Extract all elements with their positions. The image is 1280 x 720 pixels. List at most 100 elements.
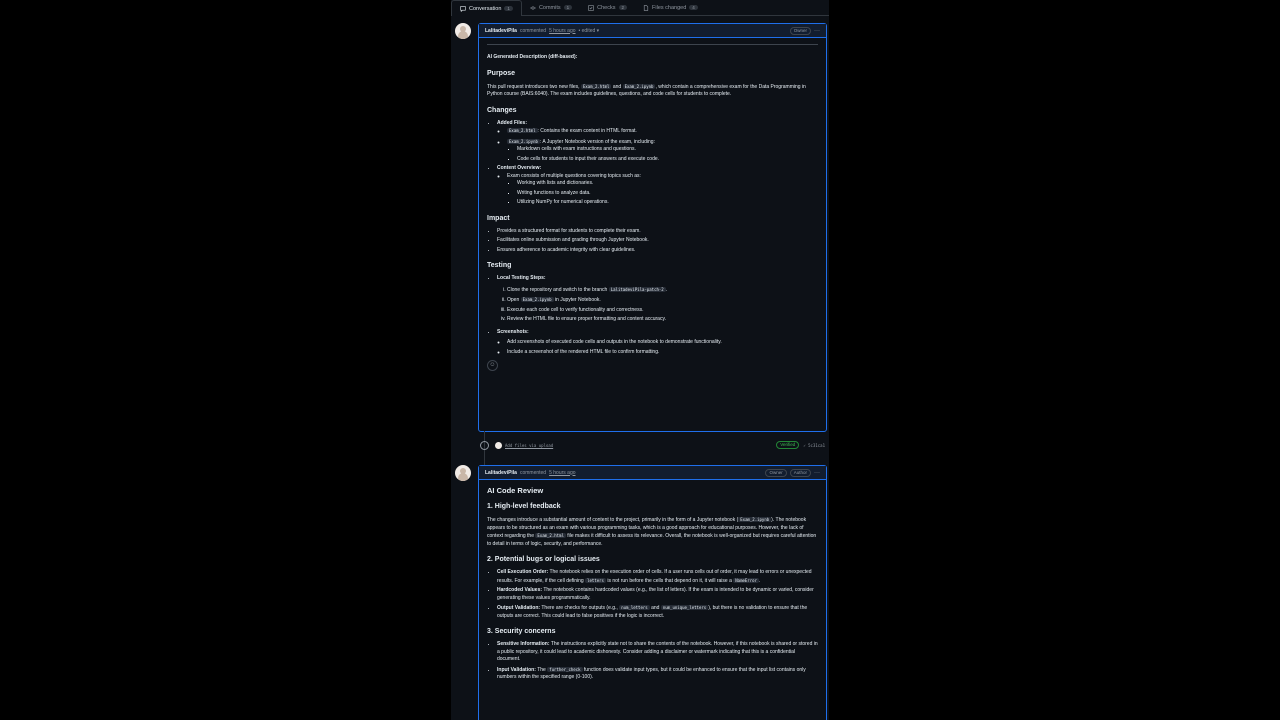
tab-conversation[interactable]: Conversation 1 — [451, 0, 522, 16]
list-item: Utilizing NumPy for numerical operations… — [517, 199, 818, 207]
feedback-paragraph: The changes introduce a substantial amou… — [487, 517, 817, 547]
list-item: Markdown cells with exam instructions an… — [517, 146, 818, 154]
comment-header: LalitadeviPila commented 5 hours ago Own… — [479, 466, 826, 480]
list-item: Cell Execution Order: The notebook relie… — [497, 569, 818, 585]
tab-count: 4 — [689, 5, 698, 10]
inline-code: Exam_2.html — [580, 83, 612, 89]
commit-icon — [480, 440, 489, 450]
list-item: Exam_2.ipynb: A Jupyter Notebook version… — [507, 138, 818, 164]
changes-heading: Changes — [487, 106, 517, 114]
comment-body: AI Generated Description (diff-based): P… — [479, 38, 826, 379]
comment-author[interactable]: LalitadeviPila — [485, 470, 517, 476]
kebab-menu-icon[interactable]: ··· — [814, 28, 820, 34]
inline-code: Exam_2.ipynb — [507, 138, 540, 144]
list-item: Sensitive Information: The instructions … — [497, 641, 818, 664]
security-heading: 3. Security concerns — [487, 628, 556, 635]
tab-files-changed[interactable]: Files changed 4 — [635, 0, 706, 15]
testing-heading: Testing — [487, 262, 512, 269]
tab-checks[interactable]: Checks 2 — [580, 0, 635, 15]
list-item: Include a screenshot of the rendered HTM… — [507, 349, 818, 357]
list-item: Hardcoded Values: The notebook contains … — [497, 587, 818, 602]
impact-list: Provides a structured format for student… — [487, 228, 818, 255]
inline-code: Exam_2.ipynb — [622, 83, 656, 89]
inline-code: num_letters — [619, 605, 650, 610]
list-item: Open Exam_2.ipynb in Jupyter Notebook. — [507, 296, 818, 305]
inline-code: Exam_2.ipynb — [520, 297, 554, 302]
kebab-menu-icon[interactable]: ··· — [814, 470, 820, 476]
comment-timestamp[interactable]: 5 hours ago — [549, 470, 575, 476]
bugs-list: Cell Execution Order: The notebook relie… — [487, 569, 818, 620]
tab-label: Checks — [597, 4, 616, 11]
inline-code: Exam_2.html — [507, 128, 538, 133]
comment-header: LalitadeviPila commented 5 hours ago • e… — [479, 24, 826, 38]
list-item: Code cells for students to input their a… — [517, 156, 818, 164]
comment-action: commented — [519, 27, 547, 34]
tab-count: 2 — [618, 5, 628, 10]
list-item: Local Testing Steps: Clone the repositor… — [497, 275, 818, 324]
add-reaction-icon[interactable]: ☺ — [487, 360, 498, 371]
tab-commits[interactable]: Commits 1 — [522, 0, 580, 15]
list-item: Screenshots: Add screenshots of executed… — [497, 329, 818, 357]
inline-code: further_check — [547, 666, 583, 672]
inline-code: Exam_2.ipynb — [738, 517, 772, 522]
list-item: Content Overview: Exam consists of multi… — [497, 165, 818, 207]
feedback-heading: 1. High-level feedback — [487, 503, 561, 510]
pull-request-page: Conversation 1 Commits 1 Checks 2 Files … — [451, 0, 829, 720]
avatar[interactable] — [455, 23, 471, 39]
owner-badge: Owner — [765, 469, 787, 477]
divider — [487, 44, 818, 45]
comment-icon — [460, 5, 466, 12]
commit-icon — [529, 6, 536, 9]
owner-badge: Owner — [789, 27, 811, 35]
purpose-paragraph: This pull request introduces two new fil… — [487, 83, 806, 97]
comment-timestamp[interactable]: 5 hours ago — [549, 28, 575, 34]
list-item: Input Validation: The further_check func… — [497, 666, 818, 682]
impact-heading: Impact — [487, 214, 510, 222]
avatar[interactable] — [455, 465, 471, 481]
list-item: Ensures adherence to academic integrity … — [497, 247, 818, 255]
description-title: AI Generated Description (diff-based): — [487, 54, 578, 60]
inline-code: LalitadeviPila-patch-2 — [608, 286, 666, 292]
security-list: Sensitive Information: The instructions … — [487, 641, 818, 682]
comment-author[interactable]: LalitadeviPila — [485, 28, 517, 34]
author-badge: Author — [789, 469, 811, 477]
review-title: AI Code Review — [487, 486, 544, 495]
tab-count: 1 — [563, 5, 573, 10]
list-item: Add screenshots of executed code cells a… — [507, 339, 818, 347]
commit-sha[interactable]: ✓ 5c31ca1 — [803, 443, 825, 448]
comment-body: AI Code Review 1. High-level feedback Th… — [479, 480, 826, 692]
list-item: Writing functions to analyze data. — [517, 190, 818, 198]
list-item: Added Files: Exam_2.html: Contains the e… — [497, 120, 818, 164]
verified-badge[interactable]: Verified — [776, 441, 800, 449]
pr-tab-bar: Conversation 1 Commits 1 Checks 2 Files … — [451, 0, 829, 16]
inline-code: letters — [585, 577, 606, 583]
changes-list: Added Files: Exam_2.html: Contains the e… — [487, 120, 818, 207]
commit-message[interactable]: Add files via upload — [505, 443, 553, 448]
commit-author-avatar[interactable] — [495, 441, 502, 449]
inline-code: NameError — [733, 577, 759, 583]
list-item: Facilitates online submission and gradin… — [497, 237, 818, 245]
inline-code: num_unique_letters — [660, 605, 709, 610]
file-diff-icon — [643, 4, 649, 11]
tab-label: Conversation — [469, 5, 502, 12]
pr-description-comment: LalitadeviPila commented 5 hours ago • e… — [478, 23, 827, 432]
testing-list: Local Testing Steps: Clone the repositor… — [487, 275, 818, 356]
tab-label: Files changed — [652, 4, 687, 11]
list-item: Output Validation: There are checks for … — [497, 604, 818, 620]
purpose-heading: Purpose — [487, 69, 516, 77]
list-item: Review the HTML file to ensure proper fo… — [507, 316, 818, 324]
list-item: Provides a structured format for student… — [497, 228, 818, 236]
commit-row: Add files via upload Verified ✓ 5c31ca1 — [480, 440, 825, 450]
edited-dropdown[interactable]: • edited ▾ — [579, 28, 600, 34]
list-item: Exam_2.html: Contains the exam content i… — [507, 127, 818, 136]
list-item: Execute each code cell to verify functio… — [507, 307, 818, 315]
list-item: Working with lists and dictionaries. — [517, 180, 818, 188]
ai-review-comment: LalitadeviPila commented 5 hours ago Own… — [478, 465, 827, 720]
list-item: Clone the repository and switch to the b… — [507, 286, 818, 295]
inline-code: Exam_2.html — [535, 533, 566, 538]
comment-action: commented — [519, 469, 547, 476]
checklist-icon — [588, 4, 594, 11]
list-item: Exam consists of multiple questions cove… — [507, 173, 818, 207]
tab-label: Commits — [538, 4, 561, 11]
tab-count: 1 — [504, 6, 513, 11]
